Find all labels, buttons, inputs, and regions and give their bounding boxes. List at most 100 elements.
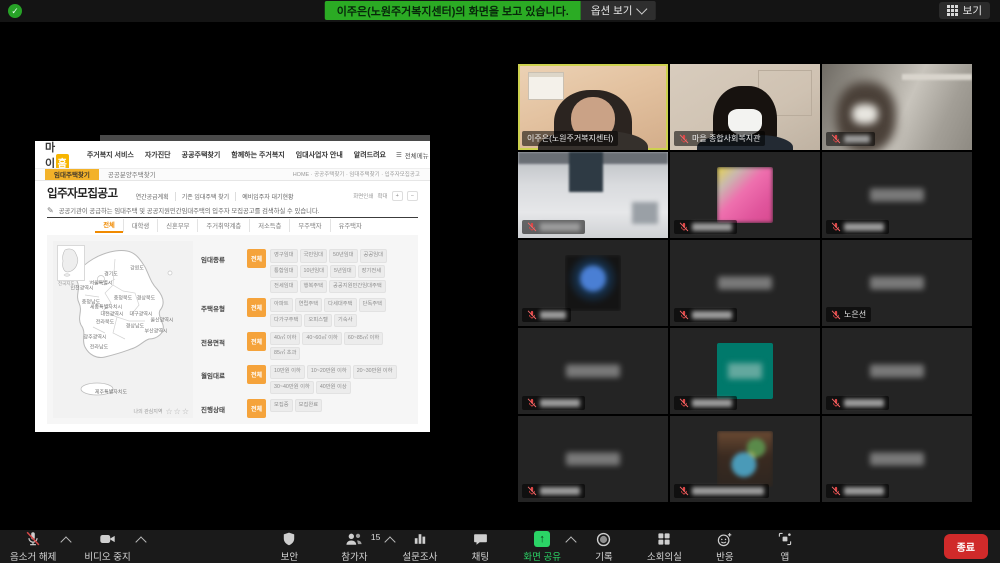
participant-tile-speaker[interactable]: 이주은(노원주거복지센터) bbox=[518, 64, 668, 150]
category-tab[interactable]: 주거취약계층 bbox=[197, 219, 249, 232]
map-region-label[interactable]: 강원도 bbox=[130, 265, 144, 272]
breakout-rooms-button[interactable]: 소회의실 bbox=[647, 531, 682, 563]
end-meeting-button[interactable]: 종료 bbox=[944, 534, 988, 559]
title-link[interactable]: 연간공급계획 bbox=[130, 192, 175, 201]
site-nav-item[interactable]: 공공주택찾기 bbox=[182, 150, 221, 160]
tab-public-sale[interactable]: 공공분양주택찾기 bbox=[99, 169, 165, 180]
unmute-button[interactable]: 음소거 해제 bbox=[10, 531, 56, 563]
map-region-label[interactable]: 울산광역시 bbox=[150, 317, 173, 324]
favorite-stars[interactable]: ☆☆☆ bbox=[165, 407, 190, 416]
participant-tile[interactable] bbox=[518, 416, 668, 502]
print-button[interactable]: 화면인쇄 bbox=[353, 192, 373, 200]
filter-option-button[interactable]: 60~85㎡ 이하 bbox=[344, 332, 383, 345]
filter-option-button[interactable]: 30~40만원 이하 bbox=[270, 381, 314, 394]
participant-tile[interactable] bbox=[822, 152, 972, 238]
filter-option-button[interactable]: 모집중 bbox=[270, 399, 293, 412]
participant-tile[interactable] bbox=[822, 416, 972, 502]
participants-button[interactable]: 15 참가자 bbox=[332, 531, 376, 563]
filter-option-button[interactable]: 다가구주택 bbox=[270, 314, 302, 327]
map-region-label[interactable]: 대구광역시 bbox=[129, 311, 152, 318]
title-link[interactable]: 예비입주자 대기현황 bbox=[235, 192, 299, 201]
filter-option-button[interactable]: 국민임대 bbox=[300, 249, 328, 262]
filter-option-button[interactable]: 40만원 이상 bbox=[316, 381, 351, 394]
filter-option-button[interactable]: 5년임대 bbox=[330, 265, 356, 278]
participant-tile[interactable] bbox=[822, 328, 972, 414]
map-region-label[interactable]: 경상북도 bbox=[137, 295, 155, 302]
filter-option-button[interactable]: 10년임대 bbox=[300, 265, 329, 278]
site-nav-item[interactable]: 주거복지 서비스 bbox=[87, 150, 134, 160]
filter-option-button[interactable]: 단독주택 bbox=[359, 298, 387, 311]
view-options-button[interactable]: 옵션 보기 bbox=[581, 1, 656, 20]
participant-tile[interactable] bbox=[670, 416, 820, 502]
site-nav-item[interactable]: 함께하는 주거복지 bbox=[231, 150, 284, 160]
participant-tile[interactable] bbox=[670, 152, 820, 238]
participant-tile[interactable] bbox=[518, 240, 668, 326]
filter-option-button[interactable]: 영구임대 bbox=[270, 249, 298, 262]
participant-tile[interactable]: 마을 종합사회복지관 bbox=[670, 64, 820, 150]
filter-option-button[interactable]: 기숙사 bbox=[334, 314, 357, 327]
filter-option-button[interactable]: 연립주택 bbox=[295, 298, 323, 311]
map-region-label[interactable]: 전라남도 bbox=[90, 344, 108, 351]
filter-all-button[interactable]: 전체 bbox=[247, 298, 266, 317]
participant-tile[interactable] bbox=[670, 240, 820, 326]
participant-tile[interactable] bbox=[822, 64, 972, 150]
map-region-label[interactable]: 세종특별자치시 bbox=[90, 304, 122, 311]
filter-option-button[interactable]: 공공임대 bbox=[360, 249, 388, 262]
chat-button[interactable]: 채팅 bbox=[463, 531, 497, 563]
filter-option-button[interactable]: 85㎡ 초과 bbox=[270, 347, 300, 360]
participant-tile[interactable] bbox=[670, 328, 820, 414]
filter-option-button[interactable]: 공공지원민간임대주택 bbox=[329, 280, 386, 293]
site-nav-item[interactable]: 자가진단 bbox=[145, 150, 171, 160]
category-tab[interactable]: 무주택자 bbox=[289, 219, 329, 232]
category-tab[interactable]: 유주택자 bbox=[330, 219, 370, 232]
share-screen-button[interactable]: ↑ 화면 공유 bbox=[523, 531, 561, 563]
view-button[interactable]: 보기 bbox=[939, 2, 990, 19]
filter-all-button[interactable]: 전체 bbox=[247, 365, 266, 384]
zoom-in-button[interactable]: + bbox=[392, 191, 403, 201]
filter-option-button[interactable]: 10만원 이하 bbox=[270, 365, 305, 378]
filter-option-button[interactable]: 20~30만원 이하 bbox=[353, 365, 397, 378]
map-region-label[interactable]: 대전광역시 bbox=[100, 311, 123, 318]
mic-options-chevron[interactable] bbox=[61, 536, 72, 547]
record-button[interactable]: 기록 bbox=[587, 531, 621, 563]
title-link[interactable]: 기존 임대주택 찾기 bbox=[175, 192, 236, 201]
participant-tile[interactable] bbox=[518, 152, 668, 238]
category-tab[interactable]: 신혼부부 bbox=[157, 219, 197, 232]
map-region-label[interactable]: 제주특별자치도 bbox=[95, 389, 127, 396]
filter-option-button[interactable]: 아파트 bbox=[270, 298, 293, 311]
filter-all-button[interactable]: 전체 bbox=[247, 249, 266, 268]
map-region-label[interactable]: 광주광역시 bbox=[83, 334, 106, 341]
stop-video-button[interactable]: 비디오 중지 bbox=[84, 531, 130, 563]
security-button[interactable]: 보안 bbox=[272, 531, 306, 563]
polls-button[interactable]: 설문조사 bbox=[402, 531, 437, 563]
map-inset-thumbnail[interactable] bbox=[57, 245, 85, 281]
filter-option-button[interactable]: 다세대주택 bbox=[324, 298, 356, 311]
share-options-chevron[interactable] bbox=[565, 536, 576, 547]
reactions-button[interactable]: 반응 bbox=[708, 531, 742, 563]
all-menu-button[interactable]: ☰ 전체메뉴 bbox=[396, 150, 429, 160]
participants-chevron[interactable] bbox=[385, 536, 396, 547]
filter-option-button[interactable]: 오피스텔 bbox=[304, 314, 332, 327]
zoom-out-button[interactable]: − bbox=[407, 191, 418, 201]
map-region-label[interactable]: 전라북도 bbox=[96, 319, 114, 326]
filter-all-button[interactable]: 전체 bbox=[247, 399, 266, 418]
participant-tile[interactable]: 노은선 bbox=[822, 240, 972, 326]
map-region-label[interactable]: 부산광역시 bbox=[144, 328, 167, 335]
korea-region-map[interactable]: 경기도서울특별시인천광역시강원도충청북도충청남도세종특별자치시대전광역시경상북도… bbox=[53, 241, 193, 418]
filter-option-button[interactable]: 전세임대 bbox=[270, 280, 298, 293]
filter-option-button[interactable]: 50년임대 bbox=[329, 249, 358, 262]
filter-option-button[interactable]: 모집완료 bbox=[295, 399, 323, 412]
filter-option-button[interactable]: 10~20만원 이하 bbox=[307, 365, 351, 378]
tab-rental-housing[interactable]: 임대주택찾기 bbox=[45, 169, 99, 180]
filter-all-button[interactable]: 전체 bbox=[247, 332, 266, 351]
category-tab[interactable]: 전체 bbox=[95, 218, 123, 233]
filter-option-button[interactable]: 행복주택 bbox=[300, 280, 328, 293]
apps-button[interactable]: 앱 bbox=[768, 531, 802, 563]
filter-option-button[interactable]: 장기전세 bbox=[358, 265, 386, 278]
participant-tile[interactable] bbox=[518, 328, 668, 414]
site-nav-item[interactable]: 임대사업자 안내 bbox=[296, 150, 343, 160]
filter-option-button[interactable]: 통합임대 bbox=[270, 265, 298, 278]
category-tab[interactable]: 대학생 bbox=[123, 219, 157, 232]
myhome-logo[interactable]: 마이 홈 bbox=[45, 139, 69, 171]
map-region-label[interactable]: 경기도 bbox=[104, 271, 118, 278]
